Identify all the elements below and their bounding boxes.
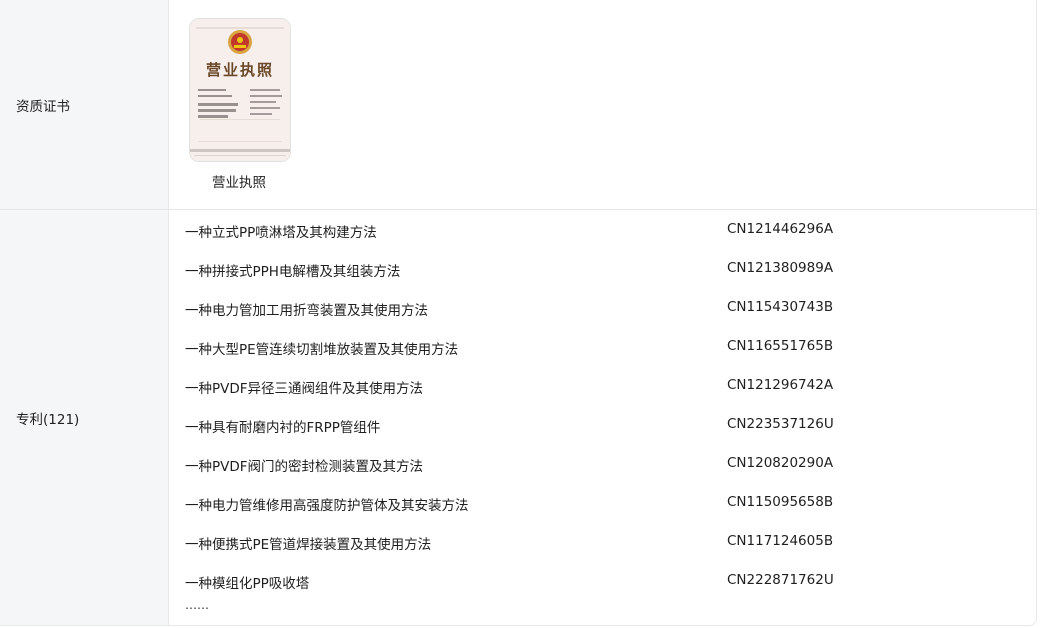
certificates-label-cell: 资质证书 (0, 0, 169, 209)
patent-number: CN121380989A (727, 260, 834, 276)
certificates-content: 营业执照 营业执照 (169, 0, 1036, 209)
patent-title: 一种立式PP喷淋塔及其构建方法 (185, 225, 377, 241)
patent-item[interactable]: 一种立式PP喷淋塔及其构建方法 CN121446296A (185, 221, 1025, 241)
license-heading-text: 营业执照 (206, 61, 274, 79)
national-emblem-icon (228, 30, 252, 54)
patent-title: 一种电力管维修用高强度防护管体及其安装方法 (185, 498, 469, 514)
patent-item[interactable]: 一种具有耐磨内衬的FRPP管组件 CN223537126U (185, 416, 1025, 436)
patent-item[interactable]: 一种电力管加工用折弯装置及其使用方法 CN115430743B (185, 299, 1025, 319)
patents-row: 专利(121) 一种立式PP喷淋塔及其构建方法 CN121446296A 一种拼… (0, 210, 1036, 625)
patent-number: CN223537126U (727, 416, 834, 432)
business-license-image: 营业执照 (190, 19, 290, 161)
certificates-label: 资质证书 (16, 98, 70, 115)
patents-label-cell: 专利(121) (0, 210, 169, 625)
patent-title: 一种大型PE管连续切割堆放装置及其使用方法 (185, 342, 459, 358)
patent-number: CN115430743B (727, 299, 834, 315)
patent-number: CN121296742A (727, 377, 834, 393)
patent-number: CN120820290A (727, 455, 834, 471)
patent-title: 一种拼接式PPH电解槽及其组装方法 (185, 264, 401, 280)
patent-number: CN116551765B (727, 338, 834, 354)
certificates-row: 资质证书 营业执照 营业执照 (0, 0, 1036, 210)
patent-item[interactable]: 一种大型PE管连续切割堆放装置及其使用方法 CN116551765B (185, 338, 1025, 358)
patents-list: 一种立式PP喷淋塔及其构建方法 CN121446296A 一种拼接式PPH电解槽… (169, 210, 1036, 625)
business-license-thumbnail[interactable]: 营业执照 (189, 18, 291, 162)
patent-number: CN222871762U (727, 572, 834, 588)
patent-item[interactable]: 一种拼接式PPH电解槽及其组装方法 CN121380989A (185, 260, 1025, 280)
patent-title: 一种便携式PE管道焊接装置及其使用方法 (185, 537, 432, 553)
patent-item[interactable]: 一种模组化PP吸收塔 CN222871762U (185, 572, 1025, 592)
patent-item[interactable]: 一种电力管维修用高强度防护管体及其安装方法 CN115095658B (185, 494, 1025, 514)
more-patents-ellipsis[interactable]: …… (185, 598, 209, 612)
patent-title: 一种PVDF阀门的密封检测装置及其方法 (185, 459, 424, 475)
patent-item[interactable]: 一种便携式PE管道焊接装置及其使用方法 CN117124605B (185, 533, 1025, 553)
patent-number: CN121446296A (727, 221, 834, 237)
patent-number: CN115095658B (727, 494, 834, 510)
patent-title: 一种模组化PP吸收塔 (185, 576, 310, 592)
patent-title: 一种PVDF异径三通阀组件及其使用方法 (185, 381, 424, 397)
business-license-caption: 营业执照 (212, 175, 266, 191)
patents-label: 专利(121) (16, 411, 80, 428)
patent-number: CN117124605B (727, 533, 834, 549)
patent-item[interactable]: 一种PVDF异径三通阀组件及其使用方法 CN121296742A (185, 377, 1025, 397)
patent-title: 一种具有耐磨内衬的FRPP管组件 (185, 420, 381, 436)
patent-title: 一种电力管加工用折弯装置及其使用方法 (185, 303, 428, 319)
patent-item[interactable]: 一种PVDF阀门的密封检测装置及其方法 CN120820290A (185, 455, 1025, 475)
company-info-panel: 资质证书 营业执照 营业执照 专利(121) 一种立式PP喷淋塔及其构建方法 C… (0, 0, 1037, 626)
